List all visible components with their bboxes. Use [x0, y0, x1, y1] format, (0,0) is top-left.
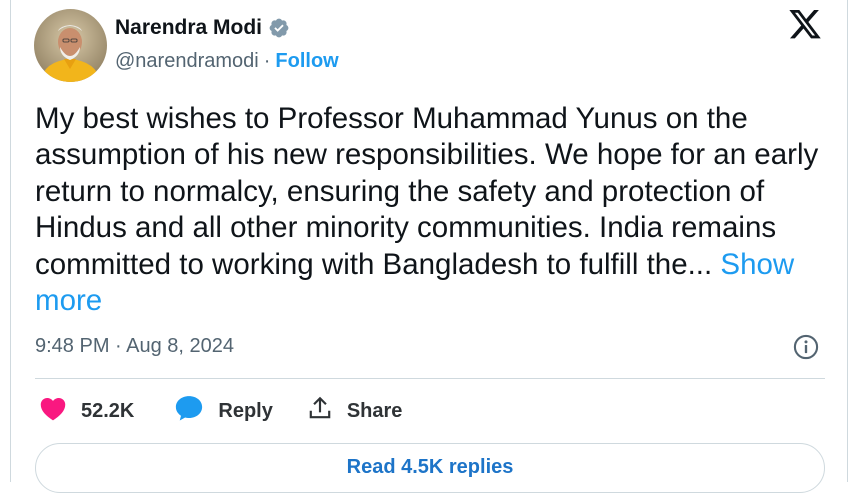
divider: [35, 378, 825, 379]
author-name-row: Narendra Modi: [115, 16, 290, 40]
x-logo-icon[interactable]: [787, 10, 823, 42]
verified-badge-icon[interactable]: [268, 17, 290, 39]
author-name[interactable]: Narendra Modi: [115, 16, 262, 40]
tweet-text: My best wishes to Professor Muhammad Yun…: [35, 101, 825, 319]
tweet-card: Narendra Modi @narendramodi · Follow My …: [10, 0, 848, 493]
avatar[interactable]: [34, 9, 107, 82]
separator-dot: ·: [263, 50, 271, 72]
read-replies-label: Read 4.5K replies: [346, 456, 514, 478]
share-label: Share: [346, 399, 403, 422]
share-button[interactable]: Share: [307, 395, 403, 427]
handle-row: @narendramodi · Follow: [115, 50, 339, 73]
reply-label: Reply: [218, 399, 273, 422]
reply-button[interactable]: Reply: [174, 394, 273, 428]
read-replies-button[interactable]: Read 4.5K replies: [35, 443, 825, 493]
author-handle[interactable]: @narendramodi: [115, 50, 259, 73]
follow-button[interactable]: Follow: [275, 50, 338, 73]
like-count: 52.2K: [81, 399, 135, 422]
info-icon[interactable]: [792, 333, 820, 361]
tweet-timestamp[interactable]: 9:48 PM · Aug 8, 2024: [35, 335, 234, 358]
like-button[interactable]: 52.2K: [39, 395, 134, 427]
heart-icon: [39, 395, 67, 427]
action-bar: 52.2K Reply Share: [39, 395, 402, 427]
speech-bubble-icon: [174, 394, 204, 428]
tweet-body: My best wishes to Professor Muhammad Yun…: [35, 102, 819, 281]
share-upload-icon: [307, 395, 333, 427]
